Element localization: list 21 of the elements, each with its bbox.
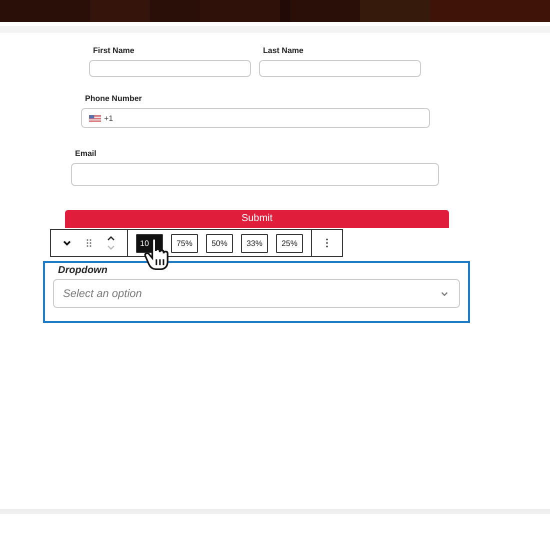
input-field[interactable] [89, 60, 251, 77]
chevron-down-icon[interactable] [62, 238, 72, 248]
select-field[interactable]: Select an option [53, 279, 460, 308]
flag-icon [89, 114, 101, 122]
dropdown-block[interactable]: Dropdown Select an option [43, 261, 470, 323]
field-label: Last Name [262, 46, 304, 55]
width-button[interactable]: 25% [276, 234, 303, 252]
drag-handle-icon[interactable] [84, 238, 94, 248]
field-label: First Name [92, 46, 136, 55]
width-button[interactable]: 50% [206, 234, 233, 252]
field-label: Dropdown [57, 265, 108, 276]
country-code: +1 [104, 114, 114, 122]
input-field[interactable] [71, 163, 439, 186]
field-label: Phone Number [84, 94, 143, 103]
submit-button[interactable]: Submit [65, 210, 449, 228]
field-label: Email [74, 149, 98, 158]
phone-field[interactable]: +1 [81, 108, 430, 128]
input-field[interactable] [259, 60, 421, 77]
width-button[interactable]: 33% [241, 234, 268, 252]
chevron-down-icon [440, 289, 449, 298]
width-button[interactable]: 75% [171, 234, 198, 252]
